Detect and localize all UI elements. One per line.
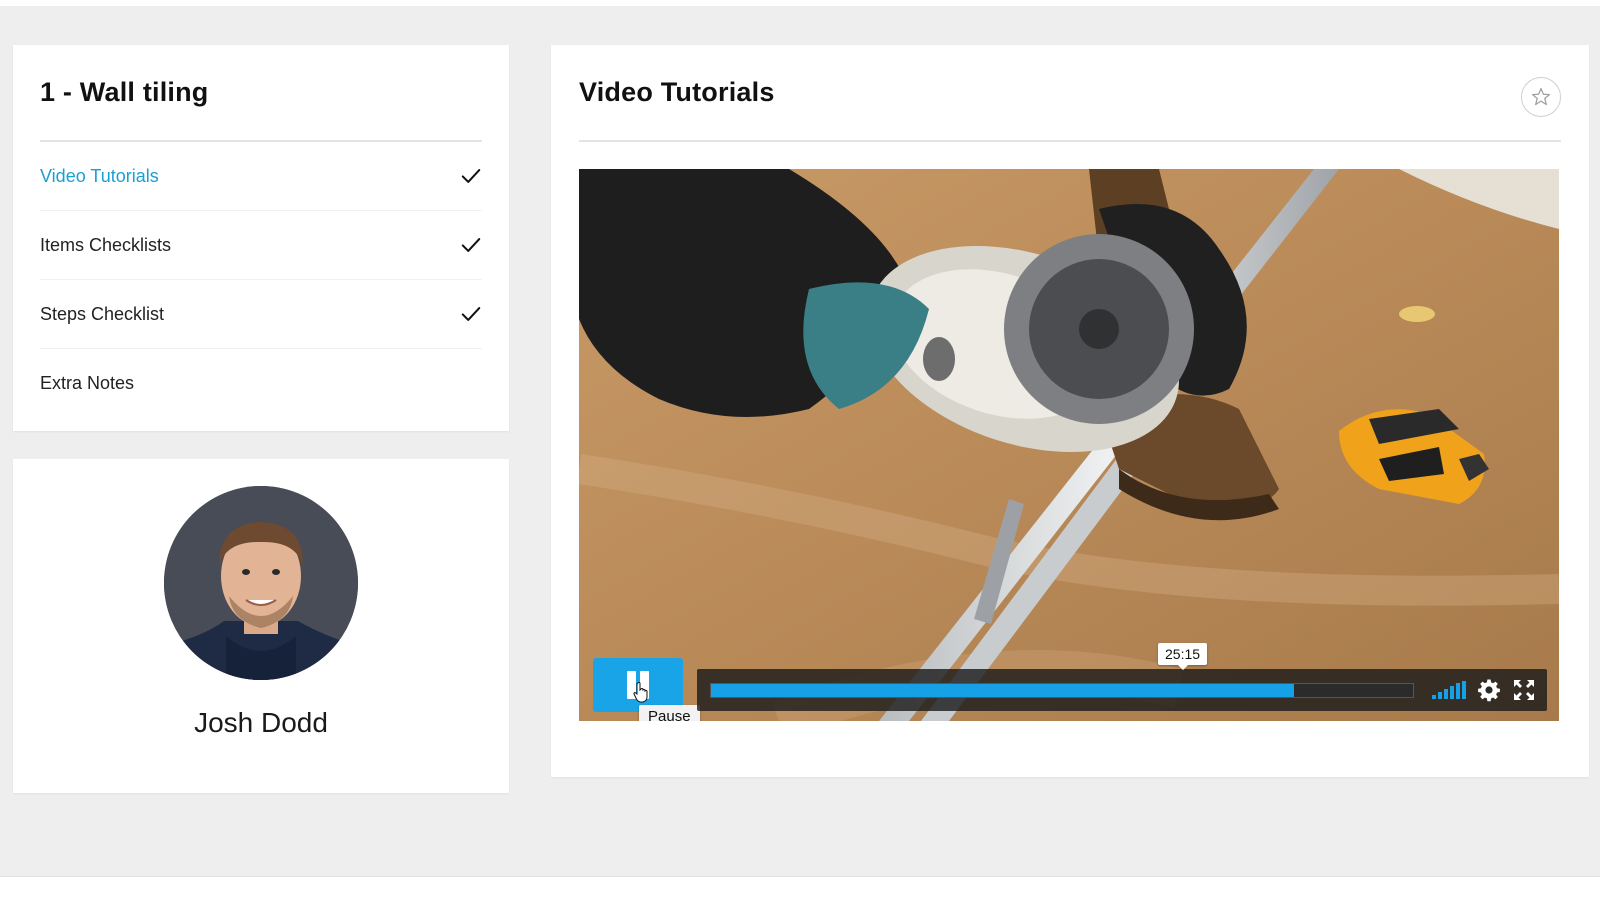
favorite-button[interactable] — [1521, 77, 1561, 117]
nav-item-extra-notes[interactable]: Extra Notes — [40, 349, 482, 418]
pause-button[interactable] — [593, 658, 683, 712]
progress-fill — [711, 684, 1294, 697]
video-player[interactable]: Pause 25:15 — [579, 169, 1559, 721]
profile-name: Josh Dodd — [194, 707, 328, 738]
time-tooltip: 25:15 — [1158, 643, 1208, 670]
check-icon — [461, 307, 481, 321]
nav-item-video-tutorials[interactable]: Video Tutorials — [40, 142, 482, 211]
lesson-nav-card: 1 - Wall tiling Video Tutorials Items Ch… — [13, 45, 509, 431]
avatar-photo — [164, 486, 358, 680]
check-icon — [461, 238, 481, 252]
bottom-strip — [0, 876, 1600, 900]
volume-icon[interactable] — [1432, 681, 1468, 699]
avatar — [164, 486, 358, 680]
player-control-bar — [697, 669, 1547, 711]
divider — [579, 140, 1561, 142]
video-header: Video Tutorials — [579, 45, 1561, 140]
profile-card: Josh Dodd — [13, 459, 509, 793]
gear-icon[interactable] — [1477, 678, 1501, 702]
pause-tooltip: Pause — [639, 705, 700, 721]
video-card: Video Tutorials Pause 25:15 — [551, 45, 1589, 777]
check-icon — [461, 169, 481, 183]
top-strip — [0, 0, 1600, 6]
fullscreen-icon[interactable] — [1513, 679, 1535, 701]
star-icon — [1531, 87, 1551, 106]
video-frame-image — [579, 169, 1559, 721]
cursor-hand-icon — [633, 681, 648, 703]
nav-item-label: Extra Notes — [40, 373, 135, 393]
nav-item-items-checklists[interactable]: Items Checklists — [40, 211, 482, 280]
nav-item-label: Items Checklists — [40, 234, 172, 255]
progress-bar[interactable] — [710, 683, 1414, 698]
nav-item-label: Video Tutorials — [40, 165, 159, 186]
nav-item-label: Steps Checklist — [40, 303, 165, 324]
page-title: Video Tutorials — [579, 77, 775, 107]
nav-item-steps-checklist[interactable]: Steps Checklist — [40, 280, 482, 349]
lesson-title: 1 - Wall tiling — [40, 77, 209, 107]
lesson-nav-list: Video Tutorials Items Checklists Steps C… — [40, 142, 482, 418]
